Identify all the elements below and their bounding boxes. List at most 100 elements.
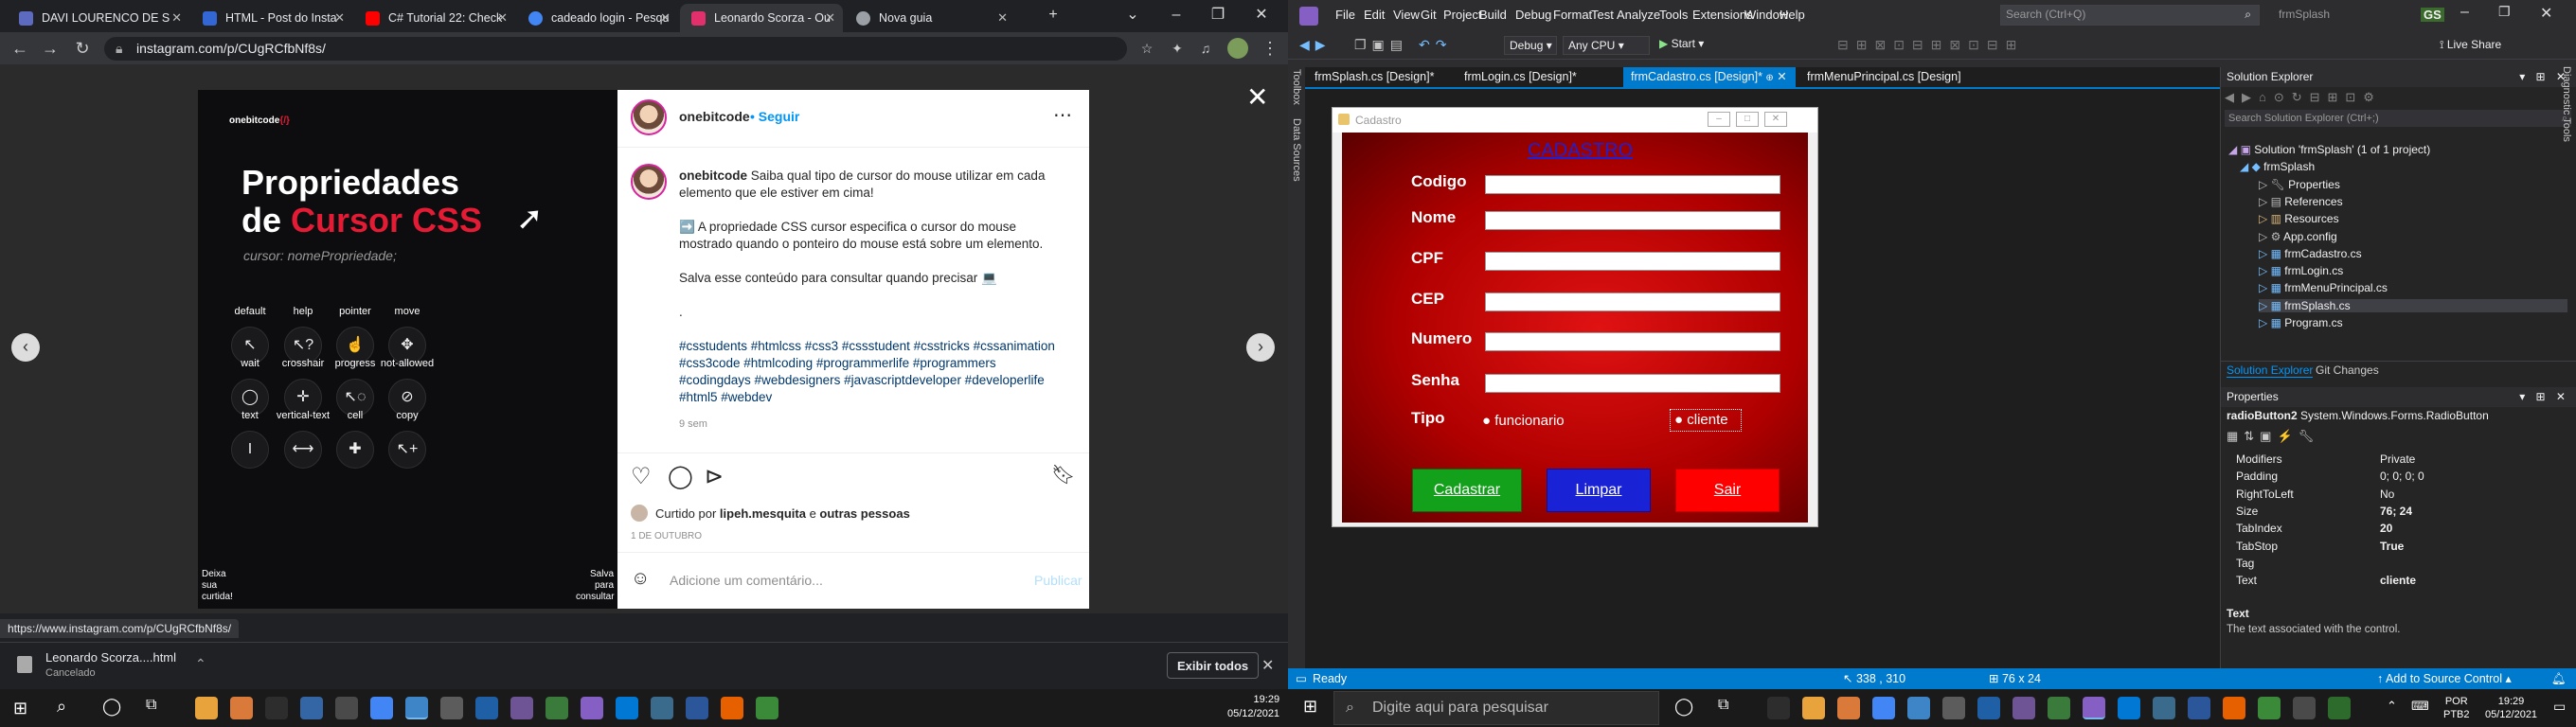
windows-start-icon[interactable]: ⊞: [13, 699, 27, 718]
taskbar-app-icon[interactable]: [1837, 697, 1860, 719]
post-image[interactable]: onebitcode{/} Propriedades de Cursor CSS…: [198, 90, 617, 609]
taskbar-app-icon[interactable]: [616, 697, 638, 719]
menu-edit[interactable]: Edit: [1364, 8, 1385, 22]
platform-dropdown[interactable]: Any CPU ▾: [1563, 36, 1650, 55]
data-sources-tab[interactable]: Data Sources: [1291, 118, 1302, 182]
doc-tab-login[interactable]: frmLogin.cs [Design]*: [1457, 67, 1584, 87]
taskbar-app-icon[interactable]: [370, 697, 393, 719]
author-username[interactable]: onebitcode: [679, 109, 750, 124]
tree-item[interactable]: ▷ ▦ frmSplash.cs: [2259, 298, 2567, 312]
close-window-button[interactable]: ✕: [1241, 0, 1282, 32]
taskbar-app-icon[interactable]: [581, 697, 603, 719]
properties-toolbar-icons[interactable]: ▦⇅▣⚡🔧︎: [2227, 429, 2319, 444]
back-arrow-icon[interactable]: ←: [9, 39, 30, 58]
new-tab-button[interactable]: +: [1032, 0, 1074, 32]
task-view-icon-2[interactable]: ⧉: [1718, 697, 1728, 714]
taskbar-app-icon[interactable]: [510, 697, 533, 719]
close-tab-icon[interactable]: ✕: [334, 4, 345, 32]
taskbar-search-input[interactable]: ⌕ Digite aqui para pesquisar: [1333, 691, 1659, 725]
comment-icon[interactable]: ◯: [668, 463, 693, 490]
taskbar-app-icon[interactable]: [2048, 697, 2070, 719]
close-tab-icon[interactable]: ✕: [997, 4, 1008, 32]
solution-toolbar-icons[interactable]: ◀▶⌂⊙↻⊟⊞⊡⚙: [2225, 90, 2382, 105]
form-body[interactable]: CADASTRO Codigo Nome CPF CEP Numero Senh…: [1342, 133, 1808, 523]
add-source-control-button[interactable]: ↑ Add to Source Control ▴: [2377, 668, 2512, 689]
sair-button[interactable]: Sair: [1675, 469, 1780, 512]
windows-start-icon-2[interactable]: ⊞: [1303, 697, 1317, 717]
nav-arrows-icon[interactable]: ◀▶: [1299, 37, 1332, 53]
doc-tab-splash[interactable]: frmSplash.cs [Design]*: [1307, 67, 1441, 87]
menu-test[interactable]: Test: [1591, 8, 1614, 22]
vs-restore-button[interactable]: ❐: [2498, 4, 2511, 20]
close-tab-icon[interactable]: ✕: [825, 4, 835, 32]
taskbar-app-icon[interactable]: [1802, 697, 1825, 719]
browser-tab-5[interactable]: Leonardo Scorza - Ou ✕: [680, 4, 843, 32]
close-modal-icon[interactable]: ✕: [1246, 81, 1268, 113]
vs-close-button[interactable]: ✕: [2540, 4, 2552, 23]
property-row[interactable]: RightToLeft No: [2221, 486, 2576, 504]
browser-tab-1[interactable]: DAVI LOURENCO DE S ✕: [8, 4, 189, 32]
bookmark-star-icon[interactable]: ☆: [1136, 39, 1157, 58]
taskbar-app-icon[interactable]: [721, 697, 743, 719]
taskbar-app-icon[interactable]: [1907, 697, 1930, 719]
property-row[interactable]: TabStop True: [2221, 538, 2576, 556]
browser-tab-6[interactable]: Nova guia ✕: [845, 4, 1015, 32]
tree-item[interactable]: ▷ ⚙ App.config: [2259, 230, 2337, 243]
textbox-numero[interactable]: [1485, 332, 1780, 351]
menu-tools[interactable]: Tools: [1659, 8, 1688, 22]
profile-avatar[interactable]: [1227, 38, 1248, 59]
browser-tab-2[interactable]: HTML - Post do Insta ✕: [191, 4, 352, 32]
media-icon[interactable]: ♫: [1195, 39, 1216, 58]
menu-kebab-icon[interactable]: ⋮: [1260, 39, 1280, 58]
cadastrar-button[interactable]: Cadastrar: [1412, 469, 1522, 512]
taskbar-app-icon[interactable]: [1977, 697, 2000, 719]
menu-build[interactable]: Build: [1479, 8, 1507, 22]
clock-right[interactable]: 19:29 05/12/2021: [2485, 695, 2537, 721]
taskbar-app-icon[interactable]: [405, 697, 428, 719]
label-senha[interactable]: Senha: [1411, 371, 1459, 390]
author-avatar[interactable]: [631, 99, 667, 135]
tree-item[interactable]: ◢ ◆ frmSplash: [2240, 160, 2315, 173]
menu-file[interactable]: File: [1335, 8, 1355, 22]
doc-tab-cadastro[interactable]: frmCadastro.cs [Design]* ⊕ ✕: [1623, 67, 1796, 87]
menu-help[interactable]: Help: [1780, 8, 1805, 22]
vs-minimize-button[interactable]: –: [2460, 4, 2469, 21]
taskbar-app-icon[interactable]: [2223, 697, 2245, 719]
emoji-icon[interactable]: ☺: [631, 568, 650, 590]
taskbar-app-icon[interactable]: [2293, 697, 2316, 719]
label-cep[interactable]: CEP: [1411, 290, 1444, 309]
toolbox-tab[interactable]: Toolbox: [1291, 69, 1302, 105]
start-button[interactable]: ▶ Start ▾: [1659, 37, 1704, 50]
download-filename[interactable]: Leonardo Scorza....html: [45, 650, 176, 665]
clock-left[interactable]: 19:29 05/12/2021: [1227, 693, 1279, 721]
user-avatar[interactable]: GS: [2421, 8, 2444, 22]
restore-button[interactable]: ❐: [1197, 0, 1239, 32]
tree-item[interactable]: ▷ ▦ frmMenuPrincipal.cs: [2259, 281, 2388, 294]
property-row[interactable]: Tag: [2221, 555, 2576, 573]
taskbar-app-icon[interactable]: [651, 697, 673, 719]
publish-button[interactable]: Publicar: [1034, 573, 1082, 588]
label-codigo[interactable]: Codigo: [1411, 172, 1467, 191]
taskbar-app-icon[interactable]: [230, 697, 253, 719]
property-row[interactable]: Padding 0; 0; 0; 0: [2221, 468, 2576, 486]
menu-git[interactable]: Git: [1421, 8, 1437, 22]
property-row[interactable]: TabIndex 20: [2221, 520, 2576, 538]
more-options-icon[interactable]: ⋯: [1053, 103, 1072, 127]
taskbar-app-icon[interactable]: [1942, 697, 1965, 719]
undo-redo-icons[interactable]: ↶↷: [1419, 37, 1452, 53]
hashtags[interactable]: #csstudents #htmlcss #css3 #cssstudent #…: [679, 338, 1067, 406]
tree-item[interactable]: ▷ ▦ frmCadastro.cs: [2259, 247, 2362, 260]
cortana-icon[interactable]: ◯: [102, 697, 121, 717]
caption-username[interactable]: onebitcode: [679, 168, 747, 183]
menu-format[interactable]: Format: [1553, 8, 1592, 22]
forward-arrow-icon[interactable]: →: [40, 39, 61, 58]
comment-input[interactable]: Adicione um comentário...: [670, 573, 823, 588]
caption-avatar[interactable]: [631, 164, 667, 200]
taskbar-app-icon[interactable]: [2083, 697, 2105, 719]
menu-view[interactable]: View: [1393, 8, 1420, 22]
properties-object-selector[interactable]: radioButton2 System.Windows.Forms.RadioB…: [2227, 409, 2489, 422]
form-cadastro[interactable]: Cadastro – □ ✕ CADASTRO Codigo Nome CPF …: [1332, 107, 1818, 527]
close-tab-icon[interactable]: ✕: [660, 4, 671, 32]
language-indicator[interactable]: POR PTB2: [2443, 695, 2470, 721]
tree-item[interactable]: ▷ ▦ Program.cs: [2259, 316, 2343, 329]
